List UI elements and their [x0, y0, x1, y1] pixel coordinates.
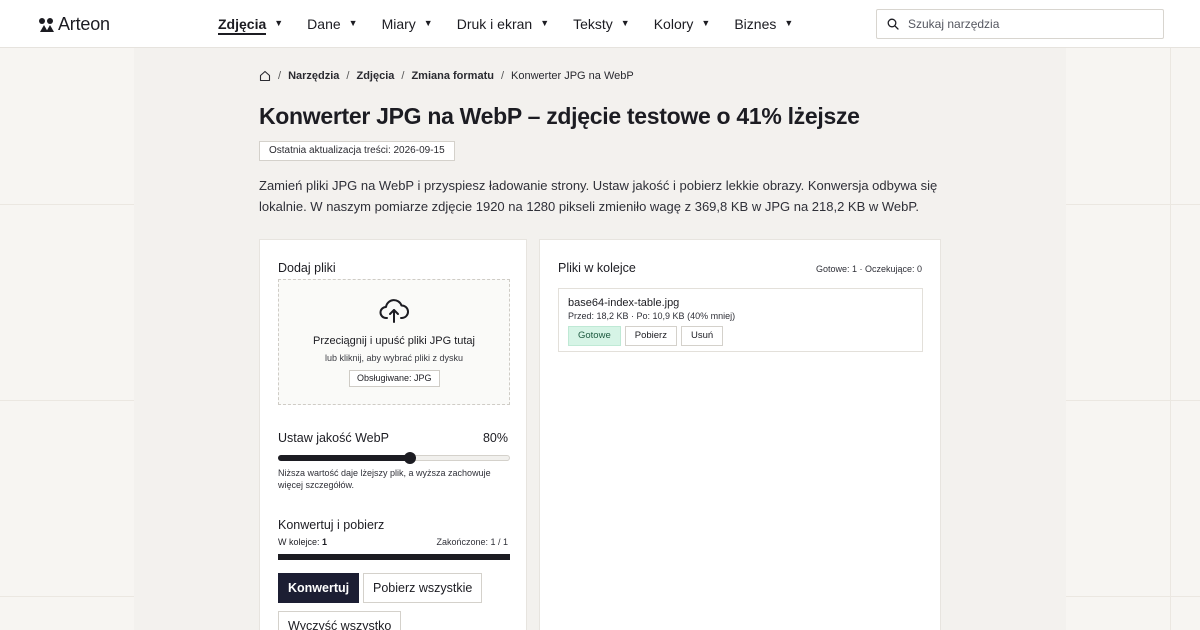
quality-help-text: Niższa wartość daje lżejszy plik, a wyżs… — [278, 468, 491, 490]
slider-thumb[interactable] — [404, 452, 417, 464]
convert-section-title: Konwertuj i pobierz — [278, 518, 385, 532]
nav-item-miary[interactable]: Miary ▼ — [382, 0, 433, 48]
chevron-down-icon: ▼ — [348, 17, 358, 28]
arteon-logo-icon — [39, 17, 54, 32]
remove-file-button[interactable]: Usuń — [680, 326, 724, 346]
upload-section-title: Dodaj pliki — [278, 261, 336, 275]
queue-count-value: 1 — [322, 537, 328, 547]
file-name: base64-index-table.jpg — [568, 297, 680, 309]
file-dropzone[interactable]: Przeciągnij i upuść pliki JPG tutaj lub … — [278, 279, 510, 405]
nav-label: Kolory — [653, 16, 694, 32]
download-file-button[interactable]: Pobierz — [624, 326, 677, 346]
search-box[interactable] — [876, 9, 1164, 39]
convert-button[interactable]: Konwertuj — [278, 573, 360, 603]
nav-label: Zdjęcia — [218, 16, 267, 32]
list-item: base64-index-table.jpg Przed: 18,2 KB · … — [558, 288, 923, 352]
brand-logo[interactable]: Arteon — [38, 14, 110, 35]
breadcrumb-link-narzedzia[interactable]: Narzędzia — [288, 70, 339, 82]
chevron-down-icon: ▼ — [274, 17, 284, 28]
completed-count: Zakończone: 1 / 1 — [436, 537, 508, 547]
brand-name: Arteon — [58, 14, 110, 34]
search-input[interactable] — [908, 17, 1148, 31]
queue-count-label: W kolejce: — [278, 537, 320, 547]
queue-title: Pliki w kolejce — [558, 261, 636, 275]
top-navigation-bar: Arteon Zdjęcia ▼ Dane ▼ Miary ▼ Druk i e… — [0, 0, 1200, 48]
chevron-down-icon: ▼ — [540, 17, 550, 28]
dropzone-sub-text: lub kliknij, aby wybrać pliki z dysku — [324, 353, 464, 363]
quality-label: Ustaw jakość WebP — [278, 431, 389, 445]
last-updated-badge: Ostatnia aktualizacja treści: 2026-09-15 — [259, 141, 455, 161]
queue-stats: Gotowe: 1 · Oczekujące: 0 — [815, 264, 922, 274]
progress-fill — [278, 554, 510, 560]
quality-value: 80% — [482, 431, 508, 445]
chevron-down-icon: ▼ — [423, 17, 433, 28]
breadcrumb-separator: / — [401, 70, 405, 82]
chevron-down-icon: ▼ — [620, 17, 630, 28]
breadcrumb-separator: / — [346, 70, 350, 82]
cloud-upload-icon — [379, 299, 409, 323]
file-actions: Gotowe Pobierz Usuń — [568, 326, 724, 346]
queue-count: W kolejce: 1 — [278, 537, 327, 547]
nav-label: Biznes — [734, 16, 777, 32]
nav-item-kolory[interactable]: Kolory ▼ — [654, 0, 711, 48]
nav-label: Miary — [381, 16, 416, 32]
nav-label: Teksty — [573, 16, 613, 32]
clear-all-button[interactable]: Wyczyść wszystko — [278, 611, 402, 630]
breadcrumb-link-zmiana-formatu[interactable]: Zmiana formatu — [411, 70, 494, 82]
nav-item-biznes[interactable]: Biznes ▼ — [734, 0, 793, 48]
dropzone-main-text: Przeciągnij i upuść pliki JPG tutaj — [312, 335, 475, 347]
queue-panel: Pliki w kolejce Gotowe: 1 · Oczekujące: … — [539, 239, 941, 630]
status-badge: Gotowe — [568, 326, 621, 346]
breadcrumb: / Narzędzia / Zdjęcia / Zmiana formatu /… — [259, 69, 634, 83]
chevron-down-icon: ▼ — [701, 17, 711, 28]
converter-panel: Dodaj pliki Przeciągnij i upuść pliki JP… — [259, 239, 527, 630]
page-intro: Zamień pliki JPG na WebP i przyspiesz ła… — [259, 178, 938, 214]
nav-label: Druk i ekran — [456, 16, 533, 32]
file-size-info: Przed: 18,2 KB · Po: 10,9 KB (40% mniej) — [568, 311, 736, 321]
download-all-button[interactable]: Pobierz wszystkie — [363, 573, 483, 603]
nav-item-druk-i-ekran[interactable]: Druk i ekran ▼ — [457, 0, 549, 48]
chevron-down-icon: ▼ — [784, 17, 794, 28]
breadcrumb-current: Konwerter JPG na WebP — [511, 70, 634, 82]
slider-fill — [278, 455, 411, 461]
conversion-progress-bar — [278, 554, 510, 560]
quality-slider[interactable] — [278, 452, 510, 464]
supported-formats-badge: Obsługiwane: JPG — [349, 370, 440, 387]
nav-label: Dane — [307, 16, 341, 32]
main-nav: Zdjęcia ▼ Dane ▼ Miary ▼ Druk i ekran ▼ … — [218, 0, 793, 48]
breadcrumb-separator: / — [500, 70, 505, 82]
nav-item-teksty[interactable]: Teksty ▼ — [573, 0, 630, 48]
breadcrumb-separator: / — [278, 70, 282, 82]
search-icon — [887, 18, 899, 30]
home-icon[interactable] — [259, 70, 271, 82]
breadcrumb-link-zdjecia[interactable]: Zdjęcia — [356, 70, 394, 82]
page-title: Konwerter JPG na WebP – zdjęcie testowe … — [259, 103, 860, 129]
nav-item-zdjecia[interactable]: Zdjęcia ▼ — [218, 0, 283, 48]
nav-item-dane[interactable]: Dane ▼ — [307, 0, 357, 48]
